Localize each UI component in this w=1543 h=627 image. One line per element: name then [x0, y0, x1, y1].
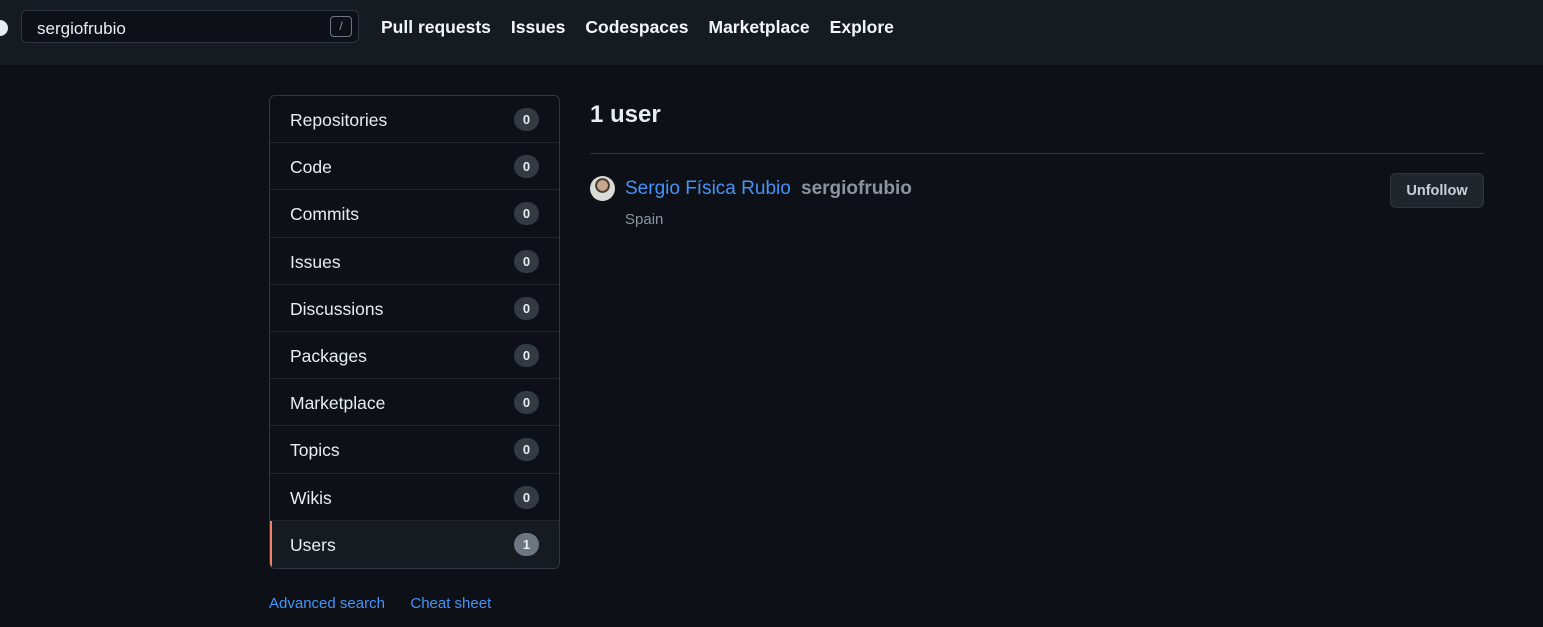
filter-packages[interactable]: Packages 0: [270, 332, 559, 380]
search-value[interactable]: sergiofrubio: [37, 19, 126, 39]
filter-wikis[interactable]: Wikis 0: [270, 474, 559, 521]
filter-code[interactable]: Code 0: [270, 143, 559, 191]
avatar[interactable]: [590, 176, 615, 201]
filter-label: Repositories: [290, 110, 388, 130]
filter-commits[interactable]: Commits 0: [270, 190, 559, 238]
filter-repositories[interactable]: Repositories 0: [270, 96, 559, 144]
top-header: sergiofrubio / Pull requests Issues Code…: [0, 0, 1543, 65]
search-input[interactable]: sergiofrubio /: [21, 10, 359, 43]
filter-label: Issues: [290, 251, 341, 272]
github-logo-icon[interactable]: [0, 20, 8, 36]
filter-label: Marketplace: [290, 393, 386, 414]
filter-label: Users: [290, 534, 336, 555]
filter-label: Discussions: [290, 298, 384, 319]
results-divider: [590, 153, 1484, 154]
results-title: 1 user: [590, 101, 661, 128]
filter-count: 1: [514, 532, 539, 556]
filter-count: 0: [514, 296, 539, 320]
filter-count: 0: [514, 202, 539, 226]
filter-count: 0: [514, 485, 539, 509]
filter-label: Packages: [290, 345, 367, 366]
filter-label: Code: [290, 157, 332, 178]
filter-label: Commits: [290, 204, 360, 225]
filter-count: 0: [514, 391, 539, 415]
unfollow-button[interactable]: Unfollow: [1390, 173, 1484, 208]
search-help-links: Advanced search Cheat sheet: [269, 595, 512, 613]
filter-users[interactable]: Users 1: [270, 520, 559, 568]
cheat-sheet-link[interactable]: Cheat sheet: [410, 595, 491, 612]
nav-explore[interactable]: Explore: [830, 17, 894, 38]
user-login: sergiofrubio: [801, 178, 912, 199]
user-location: Spain: [625, 211, 664, 228]
filter-topics[interactable]: Topics 0: [270, 426, 559, 474]
nav-codespaces[interactable]: Codespaces: [585, 17, 688, 38]
slash-shortcut-key: /: [330, 16, 352, 37]
advanced-search-link[interactable]: Advanced search: [269, 595, 385, 612]
nav-marketplace[interactable]: Marketplace: [709, 17, 810, 38]
filter-issues[interactable]: Issues 0: [270, 238, 559, 285]
filter-count: 0: [514, 438, 539, 462]
filter-count: 0: [514, 343, 539, 367]
filter-discussions[interactable]: Discussions 0: [270, 285, 559, 332]
filter-count: 0: [514, 155, 539, 179]
nav-issues[interactable]: Issues: [511, 17, 565, 38]
filter-label: Topics: [290, 440, 340, 461]
filter-label: Wikis: [290, 487, 332, 508]
filter-count: 0: [514, 108, 539, 131]
filter-marketplace[interactable]: Marketplace 0: [270, 379, 559, 427]
search-type-filter: Repositories 0 Code 0 Commits 0 Issues 0…: [269, 95, 560, 569]
user-name-link[interactable]: Sergio Física Rubio: [625, 178, 791, 200]
filter-count: 0: [514, 249, 539, 273]
global-nav: Pull requests Issues Codespaces Marketpl…: [381, 17, 914, 38]
nav-pull-requests[interactable]: Pull requests: [381, 17, 491, 38]
